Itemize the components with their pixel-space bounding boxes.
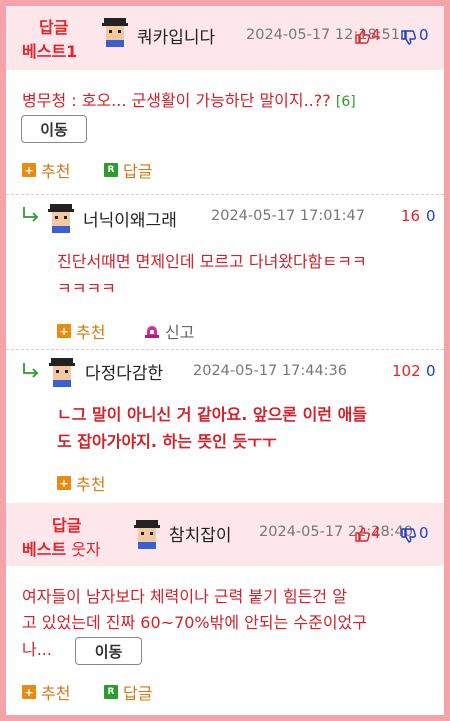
recommend-label: 추천 [76, 323, 106, 342]
reply-arrow-icon [23, 363, 39, 378]
comment-date: 2024-05-17 17:01:47 [211, 208, 365, 224]
recommend-button[interactable]: + 추천 [22, 680, 70, 704]
plus-square-icon: + [57, 324, 71, 338]
comment-text-line1: ㄴ그 말이 아니신 거 같아요. 앞으론 이런 애들 [57, 405, 368, 424]
best-badge-line2: 베스트 웃자 [22, 536, 101, 560]
recommend-label: 추천 [41, 162, 71, 181]
dislike-count: 0 [426, 362, 436, 380]
comment-date: 2024-05-17 21:28:40 [259, 524, 413, 540]
comment-content: 병무청 : 호오... 군생활이 가능하단 말이지..?? [6] [22, 88, 356, 115]
best-badge-line1: 답글 [52, 516, 82, 535]
thumbs-up-icon[interactable] [354, 526, 370, 542]
reply-arrow-icon [23, 207, 39, 222]
report-button[interactable]: 신고 [144, 319, 194, 343]
comment-text-line1: 진단서때면 면제인데 모르고 다녀왔다함ㅌㅋㅋ [57, 252, 367, 271]
comment-nickname[interactable]: 참치잡이 [169, 521, 232, 546]
comment-text-line2: 고 있었는데 진짜 60~70%밖에 안되는 수준이었구 [22, 613, 367, 632]
comment-text-line3: 나... [22, 640, 52, 659]
recommend-button[interactable]: + 추천 [57, 471, 105, 495]
best-badge-line1: 답글 [39, 18, 69, 37]
dislike-count: 0 [426, 207, 436, 225]
like-count: 4 [371, 524, 381, 542]
category-tag: 웃자 [71, 540, 101, 559]
comment-text-line2: 도 잡아가야지. 하는 뜻인 듯ㅜㅜ [57, 432, 277, 451]
r-square-icon: R [104, 685, 118, 699]
like-count: 4 [371, 26, 381, 44]
best-badge-line2: 베스트1 [22, 42, 78, 61]
comment-text: 병무청 : 호오... 군생활이 가능하단 말이지..?? [22, 91, 331, 110]
like-count: 16 [401, 207, 421, 225]
move-button[interactable]: 이동 [21, 115, 87, 143]
recommend-button[interactable]: + 추천 [57, 319, 105, 343]
reply-label: 답글 [123, 684, 153, 703]
reply-button[interactable]: R 답글 [104, 680, 152, 704]
reply-count[interactable]: [6] [336, 94, 356, 110]
plus-square-icon: + [22, 163, 36, 177]
thumbs-down-icon[interactable] [400, 528, 416, 544]
comment-nickname[interactable]: 쿼카입니다 [137, 23, 215, 48]
pixel-avatar-icon [102, 18, 128, 47]
plus-square-icon: + [22, 685, 36, 699]
recommend-button[interactable]: + 추천 [22, 158, 70, 182]
divider [6, 194, 444, 195]
recommend-label: 추천 [76, 475, 106, 494]
best-badge-text: 베스트 [22, 540, 67, 559]
pixel-avatar-icon [48, 204, 74, 233]
comment-text-line1: 여자들이 남자보다 체력이나 근력 붙기 힘든건 알 [22, 587, 347, 606]
siren-icon [145, 326, 159, 338]
r-square-icon: R [104, 163, 118, 177]
comment-text-line2: ㅋㅋㅋㅋ [57, 279, 116, 298]
recommend-label: 추천 [41, 684, 71, 703]
comment-nickname[interactable]: 다정다감한 [85, 359, 163, 384]
reply-label: 답글 [123, 162, 153, 181]
divider [6, 349, 444, 350]
comment-date: 2024-05-17 17:44:36 [193, 363, 347, 379]
comment-list: 답글 베스트1 쿼카입니다 2024-05-17 12:18:51 4 0 병무… [6, 6, 444, 715]
thumbs-down-icon[interactable] [400, 30, 416, 46]
plus-square-icon: + [57, 476, 71, 490]
move-button[interactable]: 이동 [75, 637, 142, 665]
like-count: 102 [392, 362, 421, 380]
dislike-count: 0 [419, 26, 429, 44]
thumbs-up-icon[interactable] [354, 28, 370, 44]
report-label: 신고 [165, 323, 195, 342]
comment-nickname[interactable]: 너닉이왜그래 [83, 206, 177, 231]
dislike-count: 0 [419, 524, 429, 542]
reply-button[interactable]: R 답글 [104, 158, 152, 182]
pixel-avatar-icon [134, 520, 160, 549]
pixel-avatar-icon [49, 358, 75, 387]
